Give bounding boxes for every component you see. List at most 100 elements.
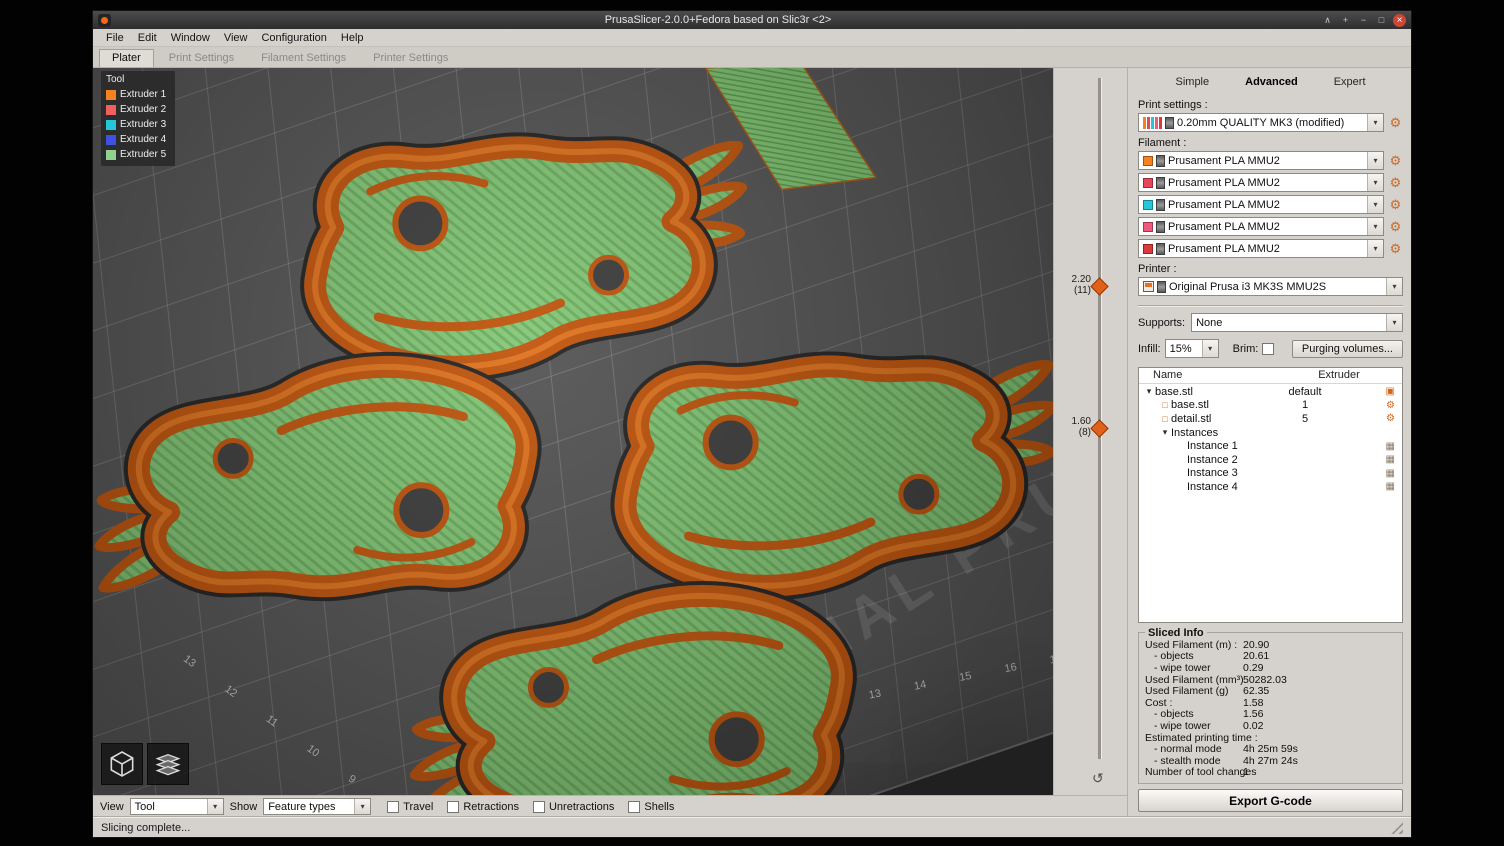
window-control-button[interactable]: ∧ (1321, 14, 1334, 27)
print-settings-select[interactable]: 0.20mm QUALITY MK3 (modified) ▾ (1138, 113, 1384, 132)
title-bar[interactable]: PrusaSlicer-2.0.0+Fedora based on Slic3r… (93, 11, 1411, 29)
window-control-button[interactable]: × (1393, 14, 1406, 27)
gear-icon[interactable]: ⚙ (1388, 176, 1403, 189)
3d-viewport[interactable]: ORIGINAL PRUSA 13121110987 1011121314151… (93, 68, 1053, 795)
tree-row[interactable]: ▾ base.stl default ▣ (1139, 385, 1402, 399)
tree-row-icon[interactable]: □ (1159, 414, 1171, 424)
profile-icon (1165, 117, 1174, 129)
gear-icon[interactable]: ⚙ (1388, 154, 1403, 167)
tree-row-action-icon[interactable]: ▦ (1386, 481, 1395, 492)
printer-select[interactable]: Original Prusa i3 MK3S MMU2S ▾ (1138, 277, 1403, 296)
tree-row-icon[interactable]: ▾ (1143, 386, 1155, 397)
filament-select[interactable]: Prusament PLA MMU2 ▾ (1138, 173, 1384, 192)
gear-icon[interactable]: ⚙ (1388, 220, 1403, 233)
lower-layer-handle[interactable] (1090, 419, 1108, 437)
window-control-button[interactable]: − (1357, 14, 1370, 27)
sliced-info-label: - wipe tower (1145, 663, 1243, 675)
app-icon (98, 14, 111, 27)
menu-item[interactable]: Edit (131, 32, 164, 44)
menu-item[interactable]: Window (164, 32, 217, 44)
tree-row-action-icon[interactable]: ▣ (1386, 386, 1395, 397)
cube-icon (106, 748, 138, 780)
filament-list: Prusament PLA MMU2 ▾ ⚙ Prusament PLA MMU… (1138, 151, 1403, 261)
brim-checkbox[interactable] (1262, 343, 1274, 355)
show-label: Show (230, 801, 258, 813)
checkbox[interactable] (447, 801, 459, 813)
print-bed (93, 68, 1053, 795)
menu-item[interactable]: File (99, 32, 131, 44)
tree-row-extruder[interactable]: default (1279, 386, 1331, 398)
infill-select-value: 15% (1170, 343, 1192, 355)
filament-label: Filament : (1138, 137, 1403, 149)
mode-tab[interactable]: Advanced (1245, 76, 1298, 88)
filament-select[interactable]: Prusament PLA MMU2 ▾ (1138, 217, 1384, 236)
tree-row[interactable]: □ base.stl 1 ⚙ (1139, 399, 1402, 413)
checkbox-label: Shells (644, 801, 674, 813)
settings-tab[interactable]: Filament Settings (249, 50, 358, 67)
tree-row-icon[interactable]: ▾ (1159, 427, 1171, 438)
mode-tab[interactable]: Expert (1334, 76, 1366, 88)
checkbox[interactable] (533, 801, 545, 813)
viewport-row: ORIGINAL PRUSA 13121110987 1011121314151… (93, 68, 1127, 795)
tree-row[interactable]: Instance 3 ▦ (1139, 467, 1402, 481)
feature-checkboxes: Travel Retractions Unretractions (387, 801, 674, 813)
tree-row[interactable]: Instance 1 ▦ (1139, 439, 1402, 453)
export-gcode-button[interactable]: Export G-code (1138, 789, 1403, 812)
tree-row-extruder[interactable]: 5 (1279, 413, 1331, 425)
show-select[interactable]: Feature types ▾ (263, 798, 371, 815)
gear-icon[interactable]: ⚙ (1388, 116, 1403, 129)
tree-row-action-icon[interactable]: ▦ (1386, 441, 1395, 452)
printer-row: Original Prusa i3 MK3S MMU2S ▾ (1138, 277, 1403, 296)
menu-item[interactable]: Configuration (254, 32, 333, 44)
checkbox[interactable] (628, 801, 640, 813)
upper-layer-handle[interactable] (1090, 277, 1108, 295)
tool-legend-title: Tool (106, 74, 170, 85)
filament-row: Prusament PLA MMU2 ▾ ⚙ (1138, 195, 1403, 214)
filament-row: Prusament PLA MMU2 ▾ ⚙ (1138, 173, 1403, 192)
mode-tab[interactable]: Simple (1176, 76, 1210, 88)
filament-color-swatch (1143, 200, 1153, 210)
tree-row-action-icon[interactable]: ▦ (1386, 468, 1395, 479)
resize-grip[interactable] (1390, 821, 1403, 834)
filament-select[interactable]: Prusament PLA MMU2 ▾ (1138, 195, 1384, 214)
gear-icon[interactable]: ⚙ (1388, 242, 1403, 255)
view-mode-buttons (101, 743, 189, 785)
view-select[interactable]: Tool ▾ (130, 798, 224, 815)
filament-select[interactable]: Prusament PLA MMU2 ▾ (1138, 151, 1384, 170)
supports-select[interactable]: None ▾ (1191, 313, 1403, 332)
tree-row-action-icon[interactable]: ⚙ (1386, 400, 1395, 411)
tree-row-extruder[interactable]: 1 (1279, 399, 1331, 411)
tree-row[interactable]: Instance 2 ▦ (1139, 453, 1402, 467)
multi-color-icon (1143, 117, 1162, 129)
settings-tab[interactable]: Print Settings (157, 50, 246, 67)
window-control-button[interactable]: + (1339, 14, 1352, 27)
tree-row-name: Instance 2 (1187, 454, 1238, 466)
sliced-info-row: Used Filament (g) 62.35 (1145, 686, 1398, 698)
tree-row-action-icon[interactable]: ▦ (1386, 454, 1395, 465)
divider (1138, 305, 1403, 307)
tree-row-name: Instance 3 (1187, 467, 1238, 479)
tree-row[interactable]: ▾ Instances (1139, 426, 1402, 440)
3d-view-button[interactable] (101, 743, 143, 785)
checkbox[interactable] (387, 801, 399, 813)
layers-view-button[interactable] (147, 743, 189, 785)
settings-panel: Simple Advanced Expert Print settings : … (1127, 68, 1411, 817)
chevron-down-icon: ▾ (1367, 174, 1383, 191)
gear-icon[interactable]: ⚙ (1388, 198, 1403, 211)
printer-icon (1143, 281, 1154, 292)
tree-row[interactable]: Instance 4 ▦ (1139, 480, 1402, 494)
settings-tab[interactable]: Plater (99, 49, 154, 67)
slider-reset-icon[interactable]: ↺ (1092, 771, 1104, 785)
settings-tab[interactable]: Printer Settings (361, 50, 460, 67)
tree-row[interactable]: □ detail.stl 5 ⚙ (1139, 412, 1402, 426)
menu-item[interactable]: View (217, 32, 255, 44)
purging-volumes-button[interactable]: Purging volumes... (1292, 340, 1403, 358)
tree-row-action-icon[interactable]: ⚙ (1386, 413, 1395, 424)
window-control-button[interactable]: □ (1375, 14, 1388, 27)
tree-row-icon[interactable]: □ (1159, 400, 1171, 410)
desktop: PrusaSlicer-2.0.0+Fedora based on Slic3r… (0, 0, 1504, 846)
filament-select[interactable]: Prusament PLA MMU2 ▾ (1138, 239, 1384, 258)
infill-select[interactable]: 15% ▾ (1165, 339, 1219, 358)
sliced-info-label: - wipe tower (1145, 721, 1243, 733)
menu-item[interactable]: Help (334, 32, 371, 44)
